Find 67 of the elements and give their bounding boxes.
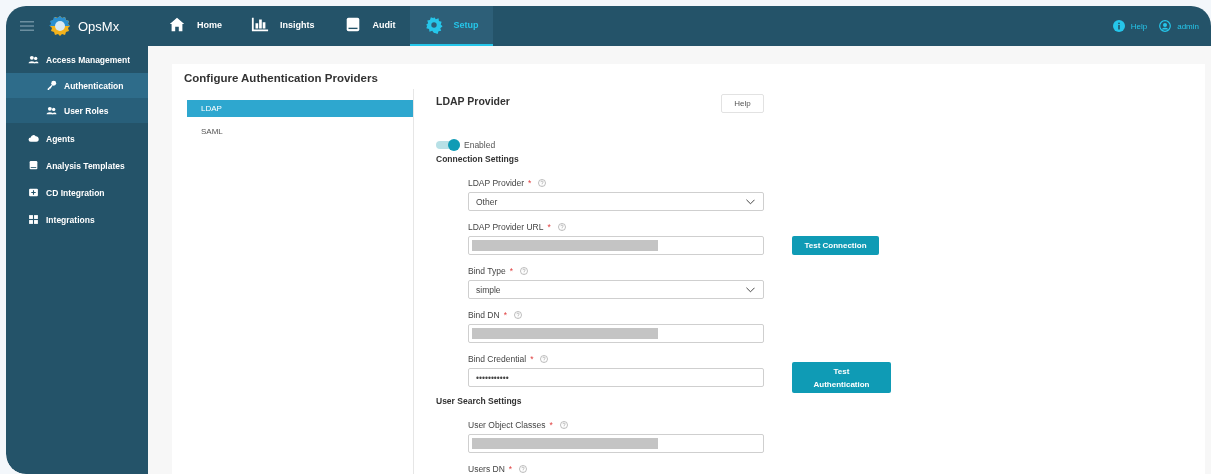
sidebar-item[interactable]: Agents [6,125,148,152]
select-value: Other [475,196,498,207]
help-icon[interactable] [538,179,547,187]
help-icon[interactable] [557,223,566,231]
sidebar-item[interactable]: Integrations [6,206,148,233]
help-icon[interactable] [519,267,528,275]
sidebar-subitem[interactable]: User Roles [6,98,148,123]
help-icon[interactable] [513,311,522,319]
toggle-label: Enabled [464,140,496,150]
required-mark: * [549,420,553,430]
toggle-switch[interactable] [436,141,460,149]
help-button[interactable]: Help [721,94,764,113]
input-value: ••••••••••• [475,372,509,383]
required-mark: * [530,354,534,364]
field-label: Bind Type [468,266,506,276]
document-icon [28,160,39,171]
house-icon [167,16,187,34]
required-mark: * [528,178,532,188]
field-label: LDAP Provider [468,178,525,188]
chevron-down-icon [746,286,755,293]
input-field[interactable] [468,236,764,255]
field-label: Bind DN [468,310,500,320]
nav-tab[interactable]: Setup [409,6,493,46]
provider-item[interactable]: SAML [187,123,413,140]
users-icon [28,54,39,65]
chevron-down-icon [746,198,755,205]
user-name[interactable]: admin [1177,21,1199,31]
select-field[interactable]: simple [468,280,764,299]
field-label: Bind Credential [468,354,527,364]
key-icon [46,80,57,91]
required-mark: * [547,222,551,232]
required-mark: * [503,310,507,320]
sidebar-subitem[interactable]: Authentication [6,73,148,98]
plus-square-icon [28,187,39,198]
sidebar-item[interactable]: Analysis Templates [6,152,148,179]
page-title: Configure Authentication Providers [184,72,379,84]
help-icon[interactable] [540,355,549,363]
required-mark: * [509,266,513,276]
input-field[interactable]: ••••••••••• [468,368,764,387]
users-icon [46,105,57,116]
nav-tab[interactable]: Insights [236,6,329,46]
input-field[interactable] [468,324,764,343]
grid-icon [28,214,39,225]
select-value: simple [475,284,501,295]
menu-icon[interactable] [20,21,34,31]
help-icon[interactable] [559,421,568,429]
field-label: Users DN [468,464,505,474]
required-mark: * [508,464,513,474]
help-link[interactable]: Help [1130,21,1148,31]
user-icon[interactable] [1159,20,1172,32]
brand-name: OpsMx [78,18,120,34]
nav-tab[interactable]: Home [153,6,236,46]
sidebar-item[interactable]: CD Integration [6,179,148,206]
section-title: Connection Settings [436,154,520,164]
help-icon[interactable] [519,465,528,473]
nav-tab[interactable]: Audit [328,6,410,46]
cloud-icon [28,133,39,144]
sidebar-item[interactable]: Access Management [6,46,148,73]
info-icon[interactable] [1112,20,1125,32]
section-title: User Search Settings [436,396,523,406]
field-label: User Object Classes [468,420,546,430]
field-label: LDAP Provider URL [468,222,544,232]
bar-chart-icon [250,16,270,34]
input-field[interactable] [468,434,764,453]
logo-icon [48,15,72,37]
panel-title: LDAP Provider [436,94,510,107]
select-field[interactable]: Other [468,192,764,211]
